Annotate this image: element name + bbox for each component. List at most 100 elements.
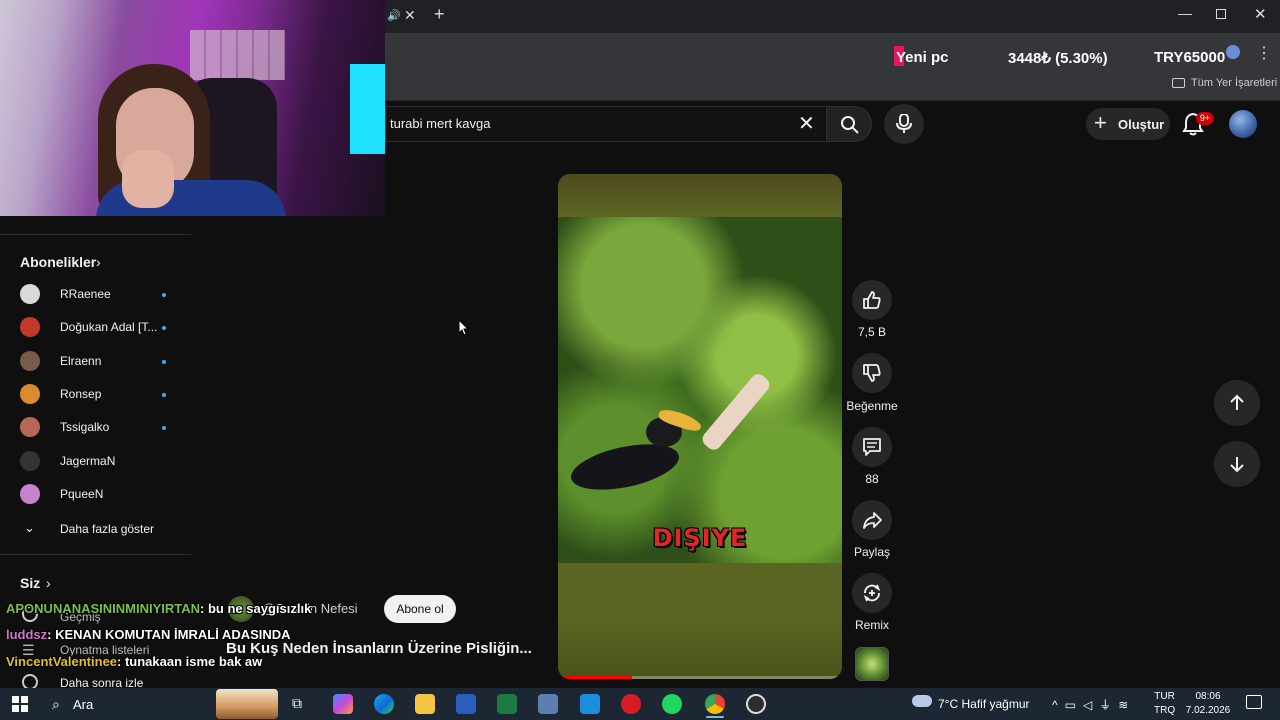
- channel-avatar: [20, 350, 40, 371]
- sidebar-divider: [0, 554, 191, 555]
- sound-thumbnail[interactable]: [855, 647, 889, 681]
- browser-menu-icon[interactable]: ⋮: [1256, 43, 1272, 63]
- comments-button[interactable]: [852, 427, 892, 467]
- show-more-link[interactable]: Daha fazla göster: [60, 522, 154, 536]
- input-language[interactable]: TUR TRQ: [1154, 690, 1175, 718]
- subscription-name: Elraenn: [60, 353, 102, 368]
- subscription-item[interactable]: Ronsep: [20, 381, 180, 409]
- comment-count: 88: [865, 472, 879, 486]
- windows-start-icon[interactable]: [12, 696, 28, 712]
- tab-audio-icon[interactable]: 🔊: [387, 9, 401, 22]
- store-icon[interactable]: [580, 694, 600, 714]
- ticker-change: 3448₺ (5.30%): [1008, 50, 1108, 67]
- edge-icon[interactable]: [374, 694, 394, 714]
- subscription-item[interactable]: Elraenn: [20, 348, 180, 376]
- chrome-icon[interactable]: [705, 694, 725, 714]
- next-short-button[interactable]: [1214, 441, 1260, 487]
- cloud-rain-icon: [912, 695, 932, 707]
- remix-button[interactable]: [852, 573, 892, 613]
- channel-avatar: [20, 284, 40, 304]
- new-content-dot: [162, 359, 166, 364]
- share-button[interactable]: [852, 500, 892, 540]
- weather-status[interactable]: 7°C Hafif yağmur: [938, 697, 1030, 711]
- chat-username: VincentValentinee: [6, 654, 118, 669]
- calculator-icon[interactable]: [538, 694, 558, 714]
- subscription-name: Ronsep: [60, 386, 102, 401]
- opera-icon[interactable]: [621, 694, 641, 714]
- copilot-icon[interactable]: [333, 694, 353, 714]
- video-progress-bar[interactable]: [558, 676, 842, 679]
- taskbar-search-icon[interactable]: ⌕: [52, 696, 60, 713]
- chat-text: : bu ne saygısızlık: [200, 601, 312, 616]
- subscription-name: Doğukan Adal [T...: [60, 320, 158, 335]
- chat-username: luddsz: [6, 627, 48, 642]
- like-button[interactable]: [852, 280, 892, 320]
- folder-icon: [1172, 78, 1185, 88]
- new-content-dot: [162, 426, 166, 431]
- task-view-icon[interactable]: ⧉: [292, 695, 302, 712]
- video-title[interactable]: Bu Kuş Neden İnsanların Üzerine Pisliğin…: [226, 640, 532, 657]
- dislike-button[interactable]: [852, 353, 892, 393]
- subscription-item[interactable]: Doğukan Adal [T...: [20, 314, 180, 342]
- ticker-name: Yeni pc: [896, 49, 949, 66]
- chat-message: VincentValentinee: tunakaan isme bak aw: [6, 654, 262, 669]
- chevron-down-icon[interactable]: ⌄: [24, 520, 35, 536]
- sidebar-divider: [0, 234, 191, 235]
- taskbar-clock[interactable]: 08:06 7.02.2026: [1184, 690, 1232, 718]
- all-bookmarks-link[interactable]: Tüm Yer İşaretleri: [1191, 77, 1277, 89]
- dislike-label: Beğenme: [846, 399, 898, 413]
- clear-search-icon[interactable]: ✕: [798, 111, 815, 136]
- mouse-cursor-icon: [459, 320, 469, 336]
- excel-icon[interactable]: [497, 694, 517, 714]
- remix-icon: [863, 584, 881, 602]
- keyboard-layout: TRQ: [1154, 705, 1176, 716]
- subscription-name: PqueeN: [60, 486, 104, 501]
- new-tab-icon[interactable]: +: [434, 4, 445, 25]
- ticker-goal: TRY65000: [1154, 49, 1226, 66]
- subscription-item[interactable]: JagermaN: [20, 448, 180, 476]
- taskbar-widget-image[interactable]: [216, 689, 278, 719]
- voice-search-button[interactable]: [884, 104, 924, 144]
- subscriptions-title[interactable]: Abonelikler: [20, 254, 96, 270]
- notification-center-icon[interactable]: [1246, 695, 1262, 709]
- profile-icon[interactable]: [1226, 45, 1240, 59]
- create-label: Oluştur: [1118, 117, 1165, 132]
- subscription-item[interactable]: Tssigalko: [20, 414, 180, 442]
- taskbar-search[interactable]: Ara: [73, 697, 93, 712]
- window-close-icon[interactable]: ✕: [1254, 5, 1267, 23]
- obs-icon[interactable]: [746, 694, 766, 714]
- language-code: TUR: [1154, 691, 1175, 702]
- you-section-title[interactable]: Siz: [20, 575, 40, 591]
- subscription-name: RRaenee: [60, 287, 111, 301]
- new-content-dot: [162, 392, 166, 397]
- thumbs-down-icon: [863, 364, 881, 382]
- subscription-item[interactable]: RRaenee: [20, 281, 180, 309]
- comment-icon: [863, 438, 881, 456]
- new-content-dot: [162, 326, 166, 331]
- file-explorer-icon[interactable]: [415, 694, 435, 714]
- share-icon: [863, 512, 882, 529]
- subscription-item[interactable]: PqueeN: [20, 481, 180, 509]
- search-icon: [841, 116, 859, 134]
- maximize-icon[interactable]: [1216, 9, 1226, 19]
- subscription-name: Tssigalko: [60, 420, 110, 435]
- chevron-right-icon[interactable]: ›: [96, 254, 101, 270]
- channel-avatar: [20, 417, 40, 438]
- subscribe-button[interactable]: Abone ol: [384, 595, 456, 623]
- minimize-icon[interactable]: —: [1178, 5, 1192, 21]
- active-app-indicator: [706, 716, 724, 718]
- spotify-icon[interactable]: [662, 694, 682, 714]
- word-icon[interactable]: [456, 694, 476, 714]
- system-tray-icons[interactable]: ^▭◁⏚≋: [1052, 696, 1135, 713]
- notification-badge: 9+: [1196, 112, 1214, 125]
- search-query[interactable]: turabi mert kavga: [390, 116, 490, 131]
- tab-close-icon[interactable]: ✕: [404, 7, 416, 24]
- subscription-name: JagermaN: [60, 453, 116, 468]
- microphone-icon: [896, 114, 912, 133]
- previous-short-button[interactable]: [1214, 380, 1260, 426]
- account-avatar[interactable]: [1229, 110, 1257, 138]
- search-button[interactable]: [826, 106, 872, 142]
- channel-avatar: [20, 383, 40, 404]
- chevron-right-icon[interactable]: ›: [46, 575, 51, 591]
- short-video-player[interactable]: DIŞIYE: [558, 174, 842, 679]
